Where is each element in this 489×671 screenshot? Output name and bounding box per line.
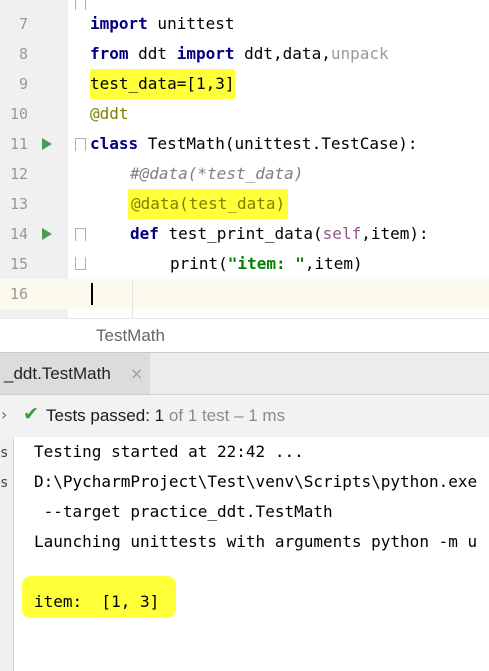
fold-icon[interactable] bbox=[75, 257, 86, 270]
code-text: class TestMath(unittest.TestCase): bbox=[90, 134, 418, 153]
console-gutter-item[interactable]: s bbox=[0, 475, 8, 491]
run-tab[interactable]: _ddt.TestMath × bbox=[0, 353, 150, 395]
comment-text: #@data(*test_data) bbox=[130, 164, 304, 183]
code-line-16[interactable]: 16 bbox=[0, 279, 489, 309]
fold-icon[interactable] bbox=[75, 228, 86, 241]
line-number: 14 bbox=[9, 225, 28, 243]
test-status-bar: › ✔ Tests passed: 1 of 1 test – 1 ms bbox=[0, 394, 489, 438]
console-output-line: item: [1, 3] bbox=[34, 592, 160, 611]
highlighted-code-text: test_data=[1,3] bbox=[90, 69, 235, 99]
console-line: D:\PycharmProject\Test\venv\Scripts\pyth… bbox=[34, 472, 478, 491]
code-text: def test_print_data(self,item): bbox=[130, 224, 429, 243]
code-line-11[interactable]: 11 class TestMath(unittest.TestCase): bbox=[0, 129, 489, 159]
test-status-text: Tests passed: 1 of 1 test – 1 ms bbox=[46, 406, 286, 425]
code-line-14[interactable]: 14 def test_print_data(self,item): bbox=[0, 219, 489, 249]
code-line-15[interactable]: 15 print("item: ",item) bbox=[0, 249, 489, 279]
line-number: 12 bbox=[9, 165, 28, 183]
console-line: --target practice_ddt.TestMath bbox=[34, 502, 333, 521]
close-icon[interactable]: × bbox=[130, 364, 143, 383]
console-line: Testing started at 22:42 ... bbox=[34, 442, 304, 461]
indent-guide bbox=[132, 280, 133, 318]
console-gutter-item[interactable]: s bbox=[0, 445, 8, 461]
run-tab-bar: _ddt.TestMath × bbox=[0, 352, 489, 395]
code-text: import unittest bbox=[90, 14, 235, 33]
run-tab-label: _ddt.TestMath bbox=[4, 364, 111, 383]
run-test-icon[interactable] bbox=[42, 138, 52, 150]
decorator-text: @ddt bbox=[90, 104, 129, 123]
line-number: 11 bbox=[9, 135, 28, 153]
code-line-8[interactable]: 8 from ddt import ddt,data,unpack bbox=[0, 39, 489, 69]
code-line-13[interactable]: 13 @data(test_data) bbox=[0, 189, 489, 219]
code-line-12[interactable]: 12 #@data(*test_data) bbox=[0, 159, 489, 189]
run-test-icon[interactable] bbox=[42, 228, 52, 240]
chevron-right-icon[interactable]: › bbox=[1, 405, 7, 424]
console-line: Launching unittests with arguments pytho… bbox=[34, 532, 478, 551]
line-number: 13 bbox=[9, 195, 28, 213]
code-line-7[interactable]: 7 import unittest bbox=[0, 0, 489, 39]
line-number: 8 bbox=[18, 45, 28, 63]
fold-icon[interactable] bbox=[75, 0, 86, 10]
code-text: print("item: ",item) bbox=[170, 254, 363, 273]
check-icon: ✔ bbox=[23, 403, 39, 425]
text-caret bbox=[91, 283, 93, 305]
fold-icon[interactable] bbox=[75, 138, 86, 151]
code-text: from ddt import ddt,data,unpack bbox=[90, 44, 389, 63]
line-number: 9 bbox=[18, 75, 28, 93]
run-console-output[interactable]: Testing started at 22:42 ... D:\PycharmP… bbox=[14, 437, 489, 671]
line-number: 10 bbox=[9, 105, 28, 123]
code-editor[interactable]: 7 import unittest 8 from ddt import ddt,… bbox=[0, 0, 489, 318]
breadcrumb: TestMath bbox=[0, 318, 489, 353]
console-gutter: s s bbox=[0, 437, 14, 671]
highlighted-decorator-text: @data(test_data) bbox=[128, 189, 289, 219]
line-number: 16 bbox=[9, 285, 28, 303]
code-line-9[interactable]: 9 test_data=[1,3] bbox=[0, 69, 489, 99]
line-number: 7 bbox=[18, 15, 28, 33]
breadcrumb-item[interactable]: TestMath bbox=[96, 326, 165, 346]
line-number: 15 bbox=[9, 255, 28, 273]
code-line-10[interactable]: 10 @ddt bbox=[0, 99, 489, 129]
